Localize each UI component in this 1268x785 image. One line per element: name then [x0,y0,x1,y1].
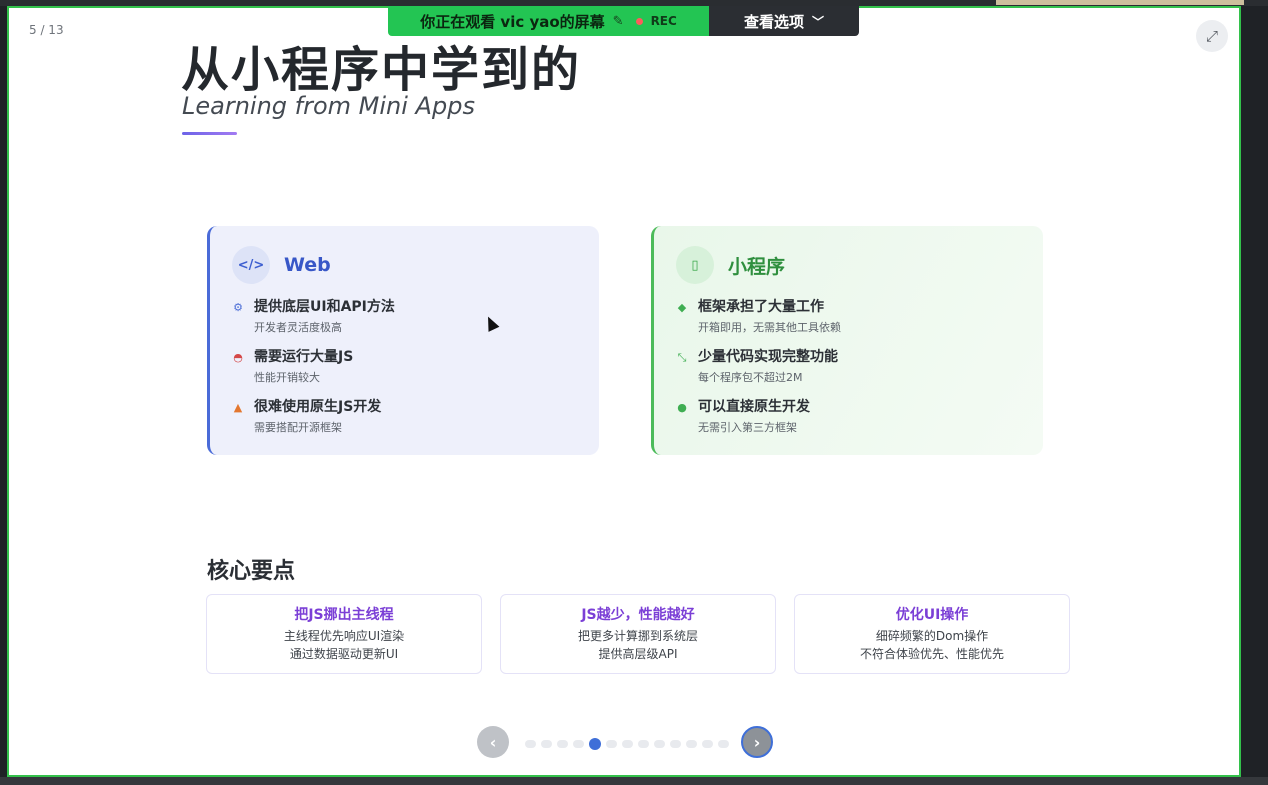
mini-card-title: 小程序 [728,255,786,278]
item-main: 框架承担了大量工作 [698,299,824,315]
item-sub: 性能开销较大 [254,371,320,384]
gears-icon: ⚙ [233,301,243,314]
point-line: 细碎频繁的Dom操作 [875,629,989,643]
pagination-dot[interactable] [525,740,536,748]
item-main: 需要运行大量JS [254,349,354,365]
key-points: 把JS挪出主线程 主线程优先响应UI渲染 通过数据驱动更新UI JS越少，性能越… [206,594,1070,674]
item-sub: 开箱即用，无需其他工具依赖 [698,321,841,334]
item-sub: 需要搭配开源框架 [254,421,342,434]
web-card-title: Web [284,254,331,276]
viewing-text: 你正在观看 vic yao的屏幕 [420,12,605,31]
compress-icon: ⤡ [677,351,687,364]
list-item: ◓ 需要运行大量JS 性能开销较大 [232,348,577,385]
key-point-card: 优化UI操作 细碎频繁的Dom操作 不符合体验优先、性能优先 [794,594,1070,674]
key-point-card: JS越少，性能越好 把更多计算挪到系统层 提供高层级API [500,594,776,674]
item-sub: 每个程序包不超过2M [698,371,803,384]
item-sub: 开发者灵活度极高 [254,321,342,334]
item-main: 提供底层UI和API方法 [254,299,395,315]
point-title: JS越少，性能越好 [581,607,695,623]
shared-screen: 5 / 13 ⤢ 从小程序中学到的 Learning from Mini App… [7,6,1241,777]
view-options-label: 查看选项 [743,12,804,31]
item-main: 很难使用原生JS开发 [254,399,382,415]
pagination-dot[interactable] [686,740,697,748]
pagination-dot[interactable] [622,740,633,748]
web-card: </> Web ⚙ 提供底层UI和API方法 开发者灵活度极高 ◓ 需要运行大量… [207,226,599,455]
chevron-down-icon: ﹀ [812,14,825,29]
slide-subtitle: Learning from Mini Apps [182,92,475,120]
bottom-window-strip [0,777,1268,785]
point-title: 把JS挪出主线程 [294,607,394,623]
item-sub: 无需引入第三方框架 [698,421,797,434]
title-underline [182,132,237,135]
warning-icon: ▲ [233,401,243,414]
cube-icon: ◆ [677,301,687,314]
expand-icon: ⤢ [1205,27,1218,45]
slide-title: 从小程序中学到的 [181,42,582,98]
screen-share-bar: 你正在观看 vic yao的屏幕 ✎ REC 查看选项 ﹀ [388,6,859,36]
chevron-right-icon: › [753,732,761,752]
pagination-dot[interactable] [638,740,649,748]
pagination-dot[interactable] [573,740,584,748]
slide-pager: ‹ › [475,724,775,760]
pagination-dot[interactable] [670,740,681,748]
next-slide-button[interactable]: › [741,726,773,758]
pagination-dot[interactable] [654,740,665,748]
gauge-icon: ◓ [233,351,243,364]
point-title: 优化UI操作 [895,607,969,623]
list-item: ▲ 很难使用原生JS开发 需要搭配开源框架 [232,398,577,435]
code-icon: </> [232,246,270,284]
check-circle-icon: ● [677,401,687,414]
point-line: 不符合体验优先、性能优先 [859,647,1004,661]
key-point-card: 把JS挪出主线程 主线程优先响应UI渲染 通过数据驱动更新UI [206,594,482,674]
phone-icon: ▯ [676,246,714,284]
pagination-dot[interactable] [702,740,713,748]
pagination-dot[interactable] [606,740,617,748]
point-line: 把更多计算挪到系统层 [577,629,698,643]
section-title: 核心要点 [207,559,296,584]
item-main: 可以直接原生开发 [698,399,810,415]
chevron-left-icon: ‹ [489,732,497,752]
point-line: 提供高层级API [598,647,678,661]
mic-muted-icon: ✎ [612,13,624,29]
pagination-dot[interactable] [557,740,568,748]
page-counter: 5 / 13 [29,23,64,37]
rec-label: REC [650,14,677,28]
list-item: ◆ 框架承担了大量工作 开箱即用，无需其他工具依赖 [676,298,1021,335]
item-main: 少量代码实现完整功能 [698,349,838,365]
mini-app-card: ▯ 小程序 ◆ 框架承担了大量工作 开箱即用，无需其他工具依赖 ⤡ 少量代码实现… [651,226,1043,455]
pagination-dot[interactable] [589,738,601,750]
prev-slide-button[interactable]: ‹ [477,726,509,758]
point-line: 主线程优先响应UI渲染 [283,629,405,643]
participant-thumbnail[interactable] [996,0,1244,5]
pagination-dots [525,738,729,750]
pagination-dot[interactable] [541,740,552,748]
point-line: 通过数据驱动更新UI [289,647,399,661]
list-item: ⚙ 提供底层UI和API方法 开发者灵活度极高 [232,298,577,335]
expand-button[interactable]: ⤢ [1196,20,1228,52]
pagination-dot[interactable] [718,740,729,748]
rec-dot-icon [635,17,643,25]
view-options-button[interactable]: 查看选项 ﹀ [709,6,859,36]
list-item: ● 可以直接原生开发 无需引入第三方框架 [676,398,1021,435]
list-item: ⤡ 少量代码实现完整功能 每个程序包不超过2M [676,348,1021,385]
viewing-indicator: 你正在观看 vic yao的屏幕 ✎ REC [388,6,709,36]
